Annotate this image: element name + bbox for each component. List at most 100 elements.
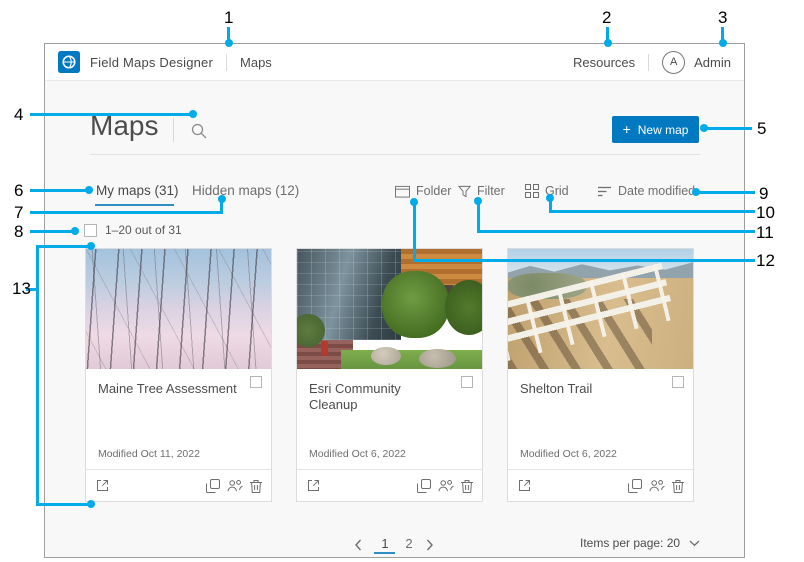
map-card-esri-community-cleanup[interactable]: Esri Community Cleanup Modified Oct 6, 2… bbox=[296, 248, 483, 502]
title-divider bbox=[173, 118, 174, 142]
user-avatar[interactable]: A bbox=[662, 51, 685, 74]
map-thumbnail bbox=[508, 249, 693, 369]
share-group-icon[interactable] bbox=[438, 479, 454, 492]
callout-1-label: 1 bbox=[224, 8, 233, 28]
pagination-page-1[interactable]: 1 bbox=[378, 536, 392, 551]
open-map-icon[interactable] bbox=[95, 478, 110, 493]
sort-control[interactable]: Date modified bbox=[598, 184, 695, 198]
callout-11-dot bbox=[474, 197, 482, 205]
filter-label: Filter bbox=[477, 184, 505, 198]
callout-13-bottom-arm bbox=[36, 503, 90, 506]
duplicate-icon[interactable] bbox=[206, 479, 220, 493]
callout-5-label: 5 bbox=[757, 119, 766, 139]
card-title: Shelton Trail bbox=[520, 381, 681, 397]
grid-icon bbox=[525, 184, 539, 198]
card-checkbox[interactable] bbox=[672, 376, 684, 388]
callout-6-label: 6 bbox=[14, 181, 23, 201]
callout-7-label: 7 bbox=[14, 203, 23, 223]
card-title: Esri Community Cleanup bbox=[309, 381, 470, 414]
nav-maps[interactable]: Maps bbox=[240, 55, 272, 70]
callout-10-dot bbox=[546, 194, 554, 202]
open-map-icon[interactable] bbox=[306, 478, 321, 493]
tab-hidden-maps[interactable]: Hidden maps (12) bbox=[192, 183, 299, 198]
callout-12-dot bbox=[410, 198, 418, 206]
filter-control[interactable]: Filter bbox=[458, 184, 505, 198]
callout-1-dot bbox=[225, 39, 233, 47]
callout-8-dot bbox=[71, 227, 79, 235]
heading-rule bbox=[90, 154, 700, 155]
trash-icon[interactable] bbox=[461, 479, 473, 493]
pagination-next[interactable] bbox=[426, 539, 434, 551]
card-modified-date: Modified Oct 6, 2022 bbox=[309, 448, 406, 460]
search-icon[interactable] bbox=[190, 122, 208, 140]
active-tab-underline bbox=[95, 204, 174, 206]
callout-13-vline bbox=[36, 245, 39, 506]
trash-icon[interactable] bbox=[672, 479, 684, 493]
folder-label: Folder bbox=[416, 184, 451, 198]
callout-12-line bbox=[413, 259, 755, 262]
callout-11-riser bbox=[477, 201, 480, 232]
sort-label: Date modified bbox=[618, 184, 695, 198]
card-footer bbox=[508, 469, 693, 501]
trash-icon[interactable] bbox=[250, 479, 262, 493]
share-group-icon[interactable] bbox=[227, 479, 243, 492]
card-modified-date: Modified Oct 6, 2022 bbox=[520, 448, 617, 460]
items-per-page-select[interactable]: Items per page: 20 bbox=[580, 536, 700, 550]
callout-12-label: 12 bbox=[756, 251, 775, 271]
callout-4-line bbox=[30, 113, 192, 116]
filter-icon bbox=[458, 185, 471, 198]
app-header: Field Maps Designer Maps Resources A Adm… bbox=[45, 44, 744, 81]
card-modified-date: Modified Oct 11, 2022 bbox=[98, 448, 200, 460]
callout-3-dot bbox=[719, 39, 727, 47]
callout-6-line bbox=[30, 189, 87, 192]
folder-icon bbox=[395, 185, 410, 198]
callout-3-label: 3 bbox=[718, 8, 727, 28]
callout-11-label: 11 bbox=[756, 223, 774, 243]
nav-resources[interactable]: Resources bbox=[573, 55, 635, 70]
user-name[interactable]: Admin bbox=[694, 55, 731, 70]
new-map-button[interactable]: + New map bbox=[612, 116, 699, 143]
share-group-icon[interactable] bbox=[649, 479, 665, 492]
selection-count-label: 1–20 out of 31 bbox=[105, 223, 182, 237]
callout-6-dot bbox=[85, 186, 93, 194]
callout-9-dot bbox=[692, 188, 700, 196]
callout-2-label: 2 bbox=[602, 8, 611, 28]
open-map-icon[interactable] bbox=[517, 478, 532, 493]
pagination-prev[interactable] bbox=[354, 539, 362, 551]
sort-icon bbox=[598, 186, 612, 197]
duplicate-icon[interactable] bbox=[417, 479, 431, 493]
card-body: Esri Community Cleanup Modified Oct 6, 2… bbox=[297, 369, 482, 469]
map-card-shelton-trail[interactable]: Shelton Trail Modified Oct 6, 2022 bbox=[507, 248, 694, 502]
callout-7-line bbox=[30, 211, 223, 214]
card-footer bbox=[297, 469, 482, 501]
select-all-checkbox[interactable] bbox=[84, 224, 97, 237]
card-body: Shelton Trail Modified Oct 6, 2022 bbox=[508, 369, 693, 469]
plus-icon: + bbox=[623, 121, 631, 137]
callout-5-line bbox=[705, 127, 752, 130]
header-divider-2 bbox=[648, 54, 649, 71]
pagination-current-underline bbox=[374, 552, 395, 554]
callout-13-top-dot bbox=[87, 242, 95, 250]
callout-8-label: 8 bbox=[14, 222, 23, 242]
callout-13-top-arm bbox=[36, 245, 90, 248]
map-card-maine-tree-assessment[interactable]: Maine Tree Assessment Modified Oct 11, 2… bbox=[85, 248, 272, 502]
duplicate-icon[interactable] bbox=[628, 479, 642, 493]
card-checkbox[interactable] bbox=[461, 376, 473, 388]
callout-8-line bbox=[30, 230, 74, 233]
callout-4-label: 4 bbox=[14, 105, 23, 125]
app-title: Field Maps Designer bbox=[90, 55, 213, 70]
card-body: Maine Tree Assessment Modified Oct 11, 2… bbox=[86, 369, 271, 469]
items-per-page-label: Items per page: 20 bbox=[580, 536, 680, 550]
card-checkbox[interactable] bbox=[250, 376, 262, 388]
map-thumbnail bbox=[297, 249, 482, 369]
pagination-page-2[interactable]: 2 bbox=[402, 536, 416, 551]
selection-row: 1–20 out of 31 bbox=[84, 223, 182, 237]
tab-my-maps[interactable]: My maps (31) bbox=[96, 183, 179, 198]
app-window: Field Maps Designer Maps Resources A Adm… bbox=[44, 43, 745, 558]
callout-13-label: 13 bbox=[12, 279, 31, 299]
header-divider bbox=[226, 54, 227, 71]
callout-4-dot bbox=[189, 110, 197, 118]
callout-10-line bbox=[549, 210, 755, 213]
card-footer bbox=[86, 469, 271, 501]
folder-control[interactable]: Folder bbox=[395, 184, 451, 198]
